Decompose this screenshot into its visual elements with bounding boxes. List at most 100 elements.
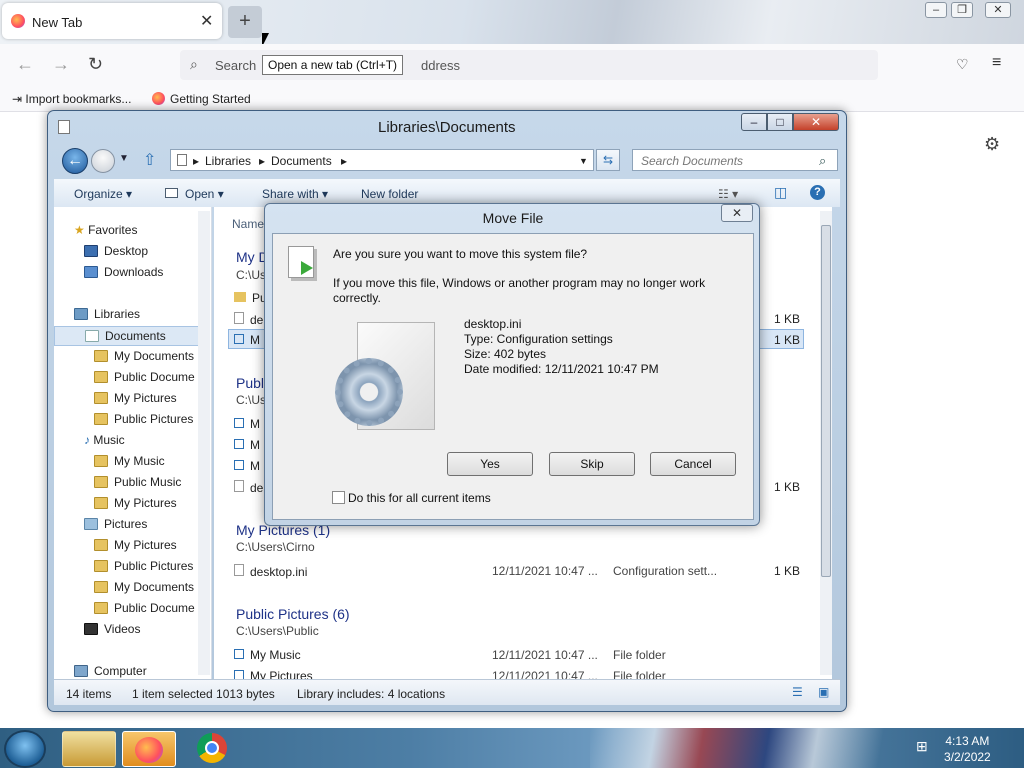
- nav-pic-item[interactable]: My Documents: [94, 578, 194, 596]
- search-icon[interactable]: ⌕: [819, 153, 826, 169]
- close-window-button[interactable]: ✕: [985, 2, 1011, 18]
- back-button[interactable]: ←: [62, 148, 88, 174]
- firefox-taskbar-icon[interactable]: [122, 731, 176, 767]
- tab-close-icon[interactable]: ✕: [200, 11, 213, 31]
- nav-doc-item[interactable]: Public Pictures: [94, 410, 193, 428]
- document-icon: [58, 120, 70, 134]
- menu-icon[interactable]: ≡: [992, 54, 1001, 72]
- breadcrumb-libraries[interactable]: Libraries: [205, 154, 251, 168]
- nav-computer[interactable]: Computer: [74, 662, 147, 680]
- file-type: Configuration sett...: [613, 564, 718, 578]
- cancel-button[interactable]: Cancel: [650, 452, 736, 476]
- address-bar[interactable]: ▸ Libraries ▸ Documents ▸ ▼: [170, 149, 594, 171]
- file-row-label: M: [234, 333, 260, 347]
- restore-button[interactable]: ❐: [951, 2, 973, 18]
- nav-pic-item[interactable]: My Pictures: [94, 536, 177, 554]
- folder-icon: [177, 154, 187, 166]
- file-row[interactable]: My Music: [234, 648, 301, 662]
- file-row[interactable]: M: [234, 438, 260, 452]
- address-dropdown-icon[interactable]: ▼: [579, 156, 588, 166]
- file-row[interactable]: M: [234, 417, 260, 431]
- start-button[interactable]: [4, 730, 46, 768]
- close-button[interactable]: ✕: [793, 113, 839, 131]
- refresh-icon[interactable]: ⇆: [596, 149, 620, 171]
- file-row[interactable]: de: [234, 480, 263, 495]
- content-scrollbar[interactable]: [820, 211, 832, 675]
- nav-doc-item[interactable]: Public Docume: [94, 368, 195, 386]
- new-tab-button[interactable]: +: [228, 6, 262, 38]
- nav-music-item[interactable]: Public Music: [94, 473, 181, 491]
- breadcrumb-arrow-icon: ▸: [193, 154, 200, 168]
- dialog-close-button[interactable]: ✕: [721, 204, 753, 222]
- group-path: C:\Users\Public: [236, 624, 319, 638]
- move-file-icon: [288, 246, 314, 278]
- clock-date: 3/2/2022: [944, 750, 991, 764]
- item-count: 14 items: [66, 687, 112, 701]
- pocket-icon[interactable]: ♡: [956, 56, 969, 73]
- tab-title: New Tab: [32, 15, 83, 30]
- nav-documents[interactable]: Documents: [54, 326, 200, 346]
- file-size: 1 KB: [774, 564, 801, 578]
- firefox-icon: [152, 92, 165, 105]
- group-header[interactable]: Public Pictures (6): [236, 606, 350, 622]
- browser-tab[interactable]: New Tab ✕: [2, 3, 222, 39]
- open-button[interactable]: Open ▾: [185, 187, 224, 201]
- column-header-name[interactable]: Name: [232, 217, 264, 231]
- nav-favorites[interactable]: ★ Favorites: [74, 221, 137, 239]
- nav-desktop[interactable]: Desktop: [84, 242, 148, 260]
- details-view-icon[interactable]: ☰: [792, 685, 803, 699]
- large-icons-view-icon[interactable]: ▣: [818, 685, 829, 699]
- minimize-button[interactable]: –: [741, 113, 767, 131]
- maximize-button[interactable]: □: [767, 113, 793, 131]
- nav-music[interactable]: ♪ Music: [84, 431, 125, 449]
- file-row[interactable]: de: [234, 312, 263, 327]
- file-row[interactable]: M: [234, 459, 260, 473]
- nav-videos[interactable]: Videos: [84, 620, 140, 638]
- views-icon[interactable]: ☷ ▾: [718, 187, 738, 201]
- scroll-thumb[interactable]: [821, 225, 831, 577]
- dialog-question: Are you sure you want to move this syste…: [333, 247, 588, 261]
- nav-pic-item[interactable]: Public Pictures: [94, 557, 193, 575]
- gear-icon[interactable]: ⚙: [984, 134, 1000, 155]
- file-row[interactable]: Pu: [234, 291, 267, 305]
- import-bookmarks-link[interactable]: ⇥ Import bookmarks...: [12, 92, 131, 106]
- file-modified: Date modified: 12/11/2021 10:47 PM: [464, 362, 659, 376]
- minimize-button[interactable]: –: [925, 2, 947, 18]
- reload-icon[interactable]: ↻: [88, 54, 103, 75]
- apply-all-label[interactable]: Do this for all current items: [348, 491, 491, 505]
- getting-started-link[interactable]: Getting Started: [152, 92, 251, 106]
- system-clock[interactable]: 4:13 AM 3/2/2022: [944, 733, 991, 765]
- chrome-taskbar-icon[interactable]: [197, 733, 227, 763]
- network-icon[interactable]: ⊞: [916, 738, 928, 755]
- up-arrow-icon[interactable]: ⇧: [143, 150, 156, 170]
- new-folder-button[interactable]: New folder: [361, 187, 418, 201]
- nav-music-item[interactable]: My Pictures: [94, 494, 177, 512]
- group-header[interactable]: Publ: [236, 375, 264, 391]
- help-icon[interactable]: ?: [810, 185, 825, 200]
- apply-all-checkbox[interactable]: [332, 491, 345, 504]
- forward-button[interactable]: [91, 149, 115, 173]
- nav-doc-item[interactable]: My Documents: [94, 347, 194, 365]
- organize-button[interactable]: Organize ▾: [74, 187, 132, 201]
- nav-pic-item[interactable]: Public Docume: [94, 599, 195, 617]
- preview-pane-icon[interactable]: ◫: [774, 184, 787, 201]
- file-row[interactable]: desktop.ini: [234, 564, 307, 579]
- recent-pages-icon[interactable]: ▼: [119, 153, 129, 164]
- nav-doc-item[interactable]: My Pictures: [94, 389, 177, 407]
- forward-icon[interactable]: →: [52, 54, 70, 75]
- nav-pictures[interactable]: Pictures: [84, 515, 147, 533]
- nav-scrollbar[interactable]: [198, 211, 210, 675]
- nav-downloads[interactable]: Downloads: [84, 263, 163, 281]
- explorer-taskbar-icon[interactable]: [62, 731, 116, 767]
- nav-libraries[interactable]: Libraries: [74, 305, 140, 323]
- nav-music-item[interactable]: My Music: [94, 452, 165, 470]
- skip-button[interactable]: Skip: [549, 452, 635, 476]
- yes-button[interactable]: Yes: [447, 452, 533, 476]
- file-date: 12/11/2021 10:47 ...: [492, 648, 598, 662]
- share-with-button[interactable]: Share with ▾: [262, 187, 328, 201]
- search-documents-input[interactable]: Search Documents ⌕: [632, 149, 838, 171]
- dialog-warning-line2: correctly.: [333, 291, 381, 305]
- breadcrumb-documents[interactable]: Documents: [271, 154, 332, 168]
- file-size: Size: 402 bytes: [464, 347, 547, 361]
- back-icon[interactable]: ←: [16, 54, 34, 75]
